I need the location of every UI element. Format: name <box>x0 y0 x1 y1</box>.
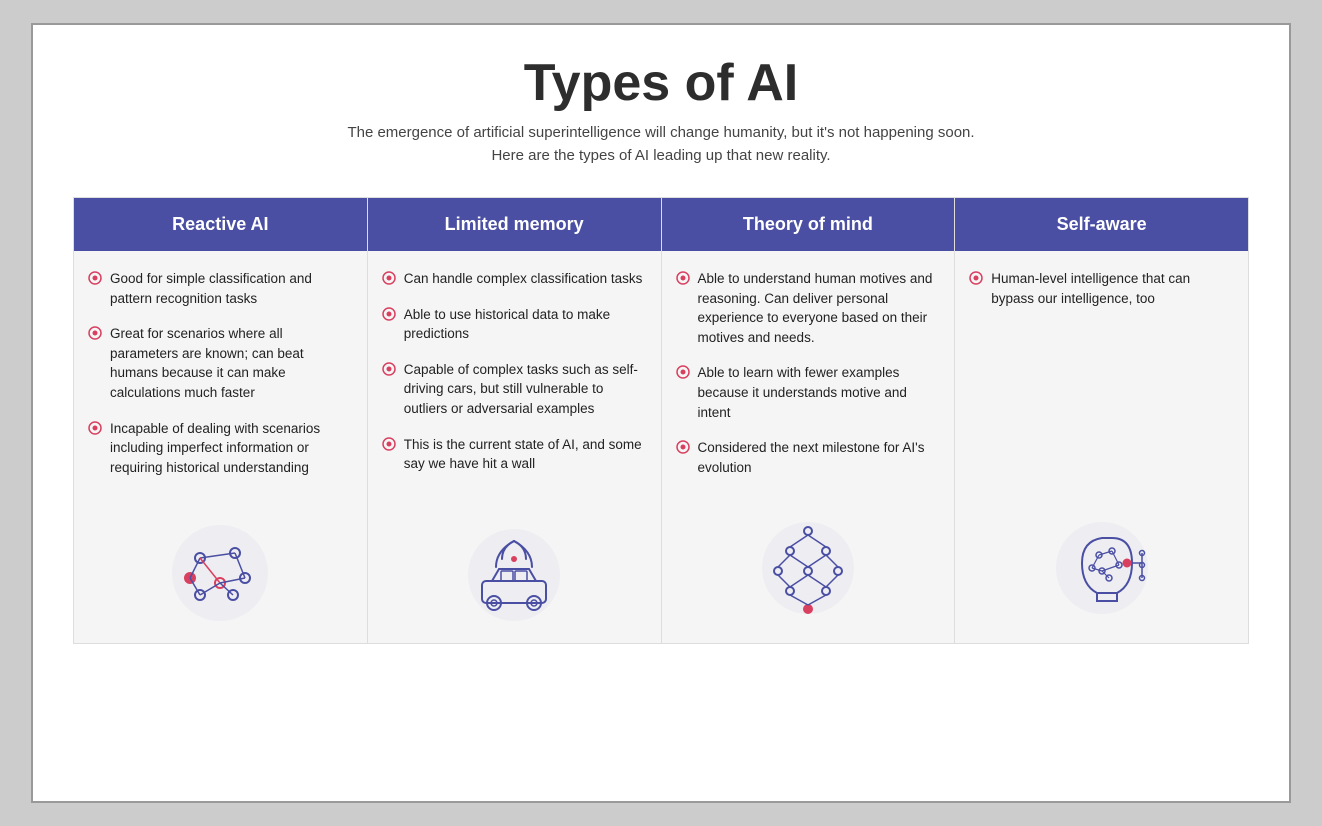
header-reactive-ai: Reactive AI <box>74 198 367 251</box>
network-icon <box>165 523 275 623</box>
bullet-icon <box>382 307 396 321</box>
page-title: Types of AI <box>73 55 1249 112</box>
body-reactive-ai: Good for simple classification and patte… <box>74 251 367 513</box>
body-self-aware: Human-level intelligence that can bypass… <box>955 251 1248 503</box>
neural-icon <box>758 513 858 623</box>
subtitle-line1: The emergence of artificial superintelli… <box>347 124 974 141</box>
bullet-item: Can handle complex classification tasks <box>382 269 647 289</box>
head-icon <box>1047 513 1157 623</box>
header-theory-of-mind: Theory of mind <box>662 198 955 251</box>
subtitle: The emergence of artificial superintelli… <box>73 122 1249 167</box>
bullet-item: This is the current state of AI, and som… <box>382 435 647 474</box>
column-self-aware: Self-aware Human-level intelligence that… <box>955 198 1248 643</box>
columns-wrapper: Reactive AI Good for simple classificati… <box>73 197 1249 644</box>
bullet-icon <box>88 421 102 435</box>
bullet-icon <box>382 437 396 451</box>
column-theory-of-mind: Theory of mind Able to understand human … <box>662 198 956 643</box>
bullet-item: Good for simple classification and patte… <box>88 269 353 308</box>
body-theory-of-mind: Able to understand human motives and rea… <box>662 251 955 503</box>
header-limited-memory: Limited memory <box>368 198 661 251</box>
bullet-item: Able to use historical data to make pred… <box>382 305 647 344</box>
body-limited-memory: Can handle complex classification tasks … <box>368 251 661 513</box>
header-self-aware: Self-aware <box>955 198 1248 251</box>
icon-area-head <box>955 503 1248 643</box>
bullet-item: Able to understand human motives and rea… <box>676 269 941 347</box>
icon-area-neural <box>662 503 955 643</box>
bullet-item: Human-level intelligence that can bypass… <box>969 269 1234 308</box>
bullet-icon <box>88 271 102 285</box>
icon-area-reactive <box>74 513 367 643</box>
bullet-icon <box>88 326 102 340</box>
bullet-icon <box>676 271 690 285</box>
column-limited-memory: Limited memory Can handle complex classi… <box>368 198 662 643</box>
page-container: Types of AI The emergence of artificial … <box>31 23 1291 803</box>
bullet-icon <box>969 271 983 285</box>
bullet-item: Capable of complex tasks such as self-dr… <box>382 360 647 419</box>
bullet-item: Incapable of dealing with scenarios incl… <box>88 419 353 478</box>
bullet-icon <box>382 271 396 285</box>
icon-area-car <box>368 513 661 643</box>
bullet-icon <box>676 440 690 454</box>
subtitle-line2: Here are the types of AI leading up that… <box>491 147 830 164</box>
bullet-item: Great for scenarios where all parameters… <box>88 324 353 402</box>
bullet-item: Able to learn with fewer examples becaus… <box>676 363 941 422</box>
car-icon <box>454 523 574 623</box>
header-section: Types of AI The emergence of artificial … <box>73 55 1249 167</box>
bullet-icon <box>676 365 690 379</box>
bullet-item: Considered the next milestone for AI's e… <box>676 438 941 477</box>
column-reactive-ai: Reactive AI Good for simple classificati… <box>74 198 368 643</box>
bullet-icon <box>382 362 396 376</box>
